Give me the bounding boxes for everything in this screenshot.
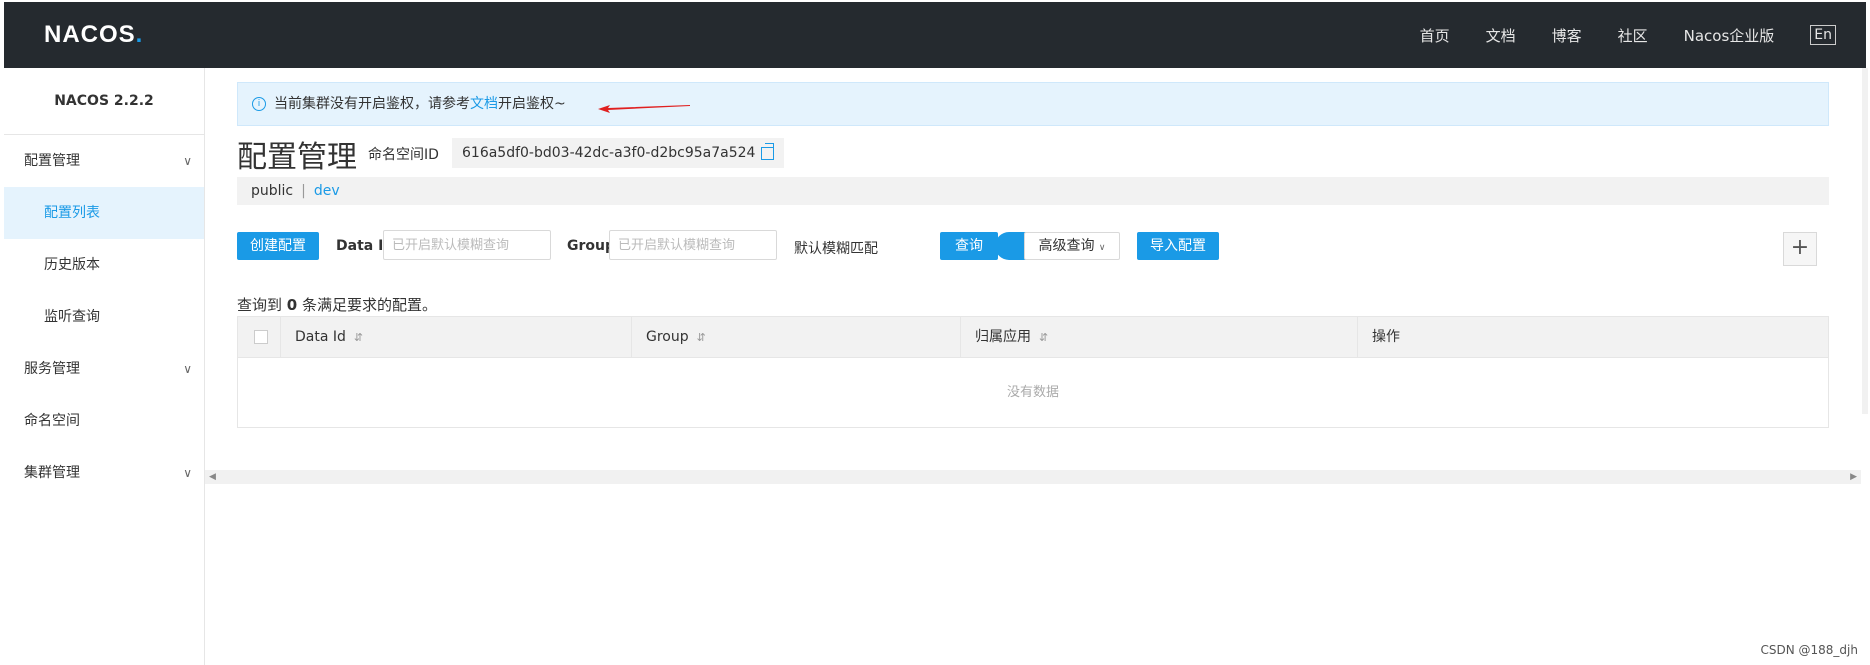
query-button[interactable]: 查询 [940,232,998,260]
main-content: i 当前集群没有开启鉴权，请参考文档开启鉴权~ 配置管理 命名空间ID 616a5… [205,68,1865,665]
nav-community[interactable]: 社区 [1618,25,1648,46]
column-header-app[interactable]: 归属应用 ⇵ [960,317,1358,357]
group-label: Group [567,238,616,254]
sort-icon[interactable]: ⇵ [354,331,363,344]
sidebar-item-history[interactable]: 历史版本 [4,239,204,291]
chevron-down-icon: ∨ [183,466,192,480]
sidebar-item-label: 配置管理 [24,153,80,169]
column-header-dataid[interactable]: Data Id ⇵ [280,317,632,357]
chevron-down-icon: ∨ [183,362,192,376]
advanced-query-label: 高级查询 [1038,238,1095,254]
scroll-left-icon[interactable]: ◀ [209,472,216,482]
group-input[interactable]: 已开启默认模糊查询 [609,230,777,260]
page-title: 配置管理 [237,140,357,175]
result-count: 0 [286,296,298,314]
namespace-separator: | [301,183,306,199]
language-switch[interactable]: En [1810,25,1836,45]
top-navbar: NACOS. 首页 文档 博客 社区 Nacos企业版 En [4,2,1866,68]
sidebar-item-listener-query[interactable]: 监听查询 [4,291,204,343]
fuzzy-match-label: 默认模糊匹配 [794,241,878,257]
sidebar-item-cluster-management[interactable]: 集群管理 ∨ [4,447,204,499]
alert-prefix: 当前集群没有开启鉴权，请参考 [274,96,470,112]
table-header: Data Id ⇵ Group ⇵ 归属应用 ⇵ 操作 [238,317,1828,358]
version-label: NACOS 2.2.2 [4,68,204,135]
horizontal-scrollbar[interactable]: ◀ ▶ [205,470,1861,484]
chevron-down-icon: ∨ [183,154,192,168]
add-icon[interactable]: + [1783,232,1817,266]
red-arrow-icon [598,105,690,113]
sidebar-item-config-management[interactable]: 配置管理 ∨ [4,135,204,187]
copy-icon[interactable] [761,142,775,160]
sort-icon[interactable]: ⇵ [1039,331,1048,344]
query-result-summary: 查询到 0 条满足要求的配置。 [237,294,437,315]
watermark: CSDN @188_djh [1760,643,1859,657]
namespace-id-label: 命名空间ID [368,147,439,163]
sort-icon[interactable]: ⇵ [697,331,706,344]
select-all-checkbox[interactable] [254,330,268,344]
chevron-down-icon: ∨ [1098,243,1106,253]
namespace-selector: public | dev [237,177,1829,205]
sidebar-item-label: 服务管理 [24,361,80,377]
auth-alert: i 当前集群没有开启鉴权，请参考文档开启鉴权~ [237,82,1829,126]
namespace-dev[interactable]: dev [314,183,340,199]
nav-home[interactable]: 首页 [1420,25,1450,46]
advanced-query-button[interactable]: 高级查询 ∨ [1024,232,1120,260]
top-nav: 首页 文档 博客 社区 Nacos企业版 En [1420,2,1866,68]
vertical-scrollbar[interactable] [1862,68,1868,414]
column-header-group[interactable]: Group ⇵ [631,317,961,357]
dataid-input[interactable]: 已开启默认模糊查询 [383,230,551,260]
namespace-id-value: 616a5df0-bd03-42dc-a3f0-d2bc95a7a524 [452,138,785,168]
sidebar-item-config-list[interactable]: 配置列表 [4,187,204,239]
nav-blog[interactable]: 博客 [1552,25,1582,46]
column-header-actions: 操作 [1357,317,1828,357]
namespace-public[interactable]: public [251,183,293,199]
nacos-logo[interactable]: NACOS. [44,21,143,49]
result-prefix: 查询到 [237,296,283,314]
alert-doc-link[interactable]: 文档 [470,96,498,112]
info-icon: i [252,97,266,111]
namespace-id-text: 616a5df0-bd03-42dc-a3f0-d2bc95a7a524 [462,145,756,161]
import-config-button[interactable]: 导入配置 [1137,232,1219,260]
sidebar: NACOS 2.2.2 配置管理 ∨ 配置列表 历史版本 监听查询 服务管理 ∨… [4,68,205,665]
scroll-right-icon[interactable]: ▶ [1850,472,1857,482]
sidebar-item-namespace[interactable]: 命名空间 [4,395,204,447]
sidebar-item-label: 集群管理 [24,465,80,481]
nav-enterprise[interactable]: Nacos企业版 [1684,25,1775,46]
empty-state: 没有数据 [1006,385,1059,400]
create-config-button[interactable]: 创建配置 [237,232,319,260]
config-table: Data Id ⇵ Group ⇵ 归属应用 ⇵ 操作 没有数据 [237,316,1829,428]
result-suffix: 条满足要求的配置。 [302,296,438,314]
nav-docs[interactable]: 文档 [1486,25,1516,46]
sidebar-item-service-management[interactable]: 服务管理 ∨ [4,343,204,395]
alert-suffix: 开启鉴权~ [498,96,566,112]
